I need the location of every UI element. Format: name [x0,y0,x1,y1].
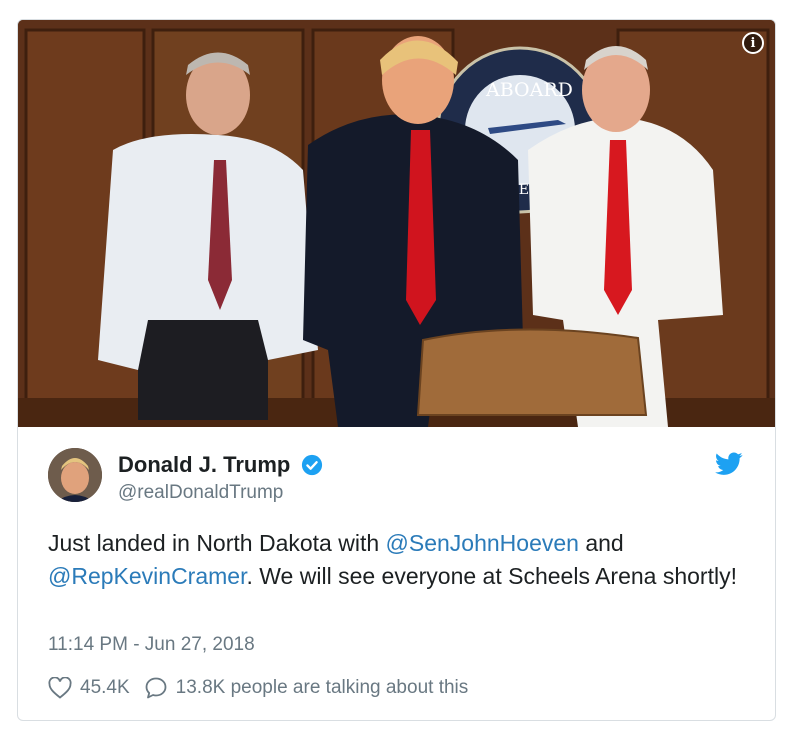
like-button[interactable]: 45.4K [48,677,130,699]
tweet-text-part2: and [578,530,624,556]
tweet-timestamp[interactable]: 11:14 PM - Jun 27, 2018 [48,634,255,656]
speech-bubble-icon [145,677,167,699]
author-name[interactable]: Donald J. Trump [118,452,290,478]
seal-text: ABOARD [485,79,573,101]
author-handle[interactable]: @realDonaldTrump [118,482,323,504]
avatar-image [48,448,102,502]
tweet-text: Just landed in North Dakota with @SenJoh… [48,527,738,593]
tweet-text-part1: Just landed in North Dakota with [48,530,386,556]
twitter-bird-icon[interactable] [715,452,743,476]
author-row: Donald J. Trump @realDonaldTrump [48,448,745,506]
conversation-label: 13.8K people are talking about this [175,677,469,698]
mention-senjohnhoeven[interactable]: @SenJohnHoeven [386,530,579,556]
mention-repkevincramer[interactable]: @RepKevinCramer [48,563,246,589]
photo-illustration: ABOARD CE [18,20,775,427]
embedded-tweet-card[interactable]: ABOARD CE i [17,19,776,721]
avatar[interactable] [48,448,102,502]
tweet-actions: 45.4K 13.8K people are talking about thi… [48,676,482,700]
tweet-photo[interactable]: ABOARD CE i [18,20,775,427]
reply-conversation-button[interactable]: 13.8K people are talking about this [144,676,469,700]
tweet-text-part3: . We will see everyone at Scheels Arena … [246,563,737,589]
author-name-block[interactable]: Donald J. Trump @realDonaldTrump [118,452,323,504]
like-count: 45.4K [80,677,130,698]
heart-icon [48,677,72,699]
verified-badge-icon [301,454,322,476]
info-icon[interactable]: i [742,32,764,54]
